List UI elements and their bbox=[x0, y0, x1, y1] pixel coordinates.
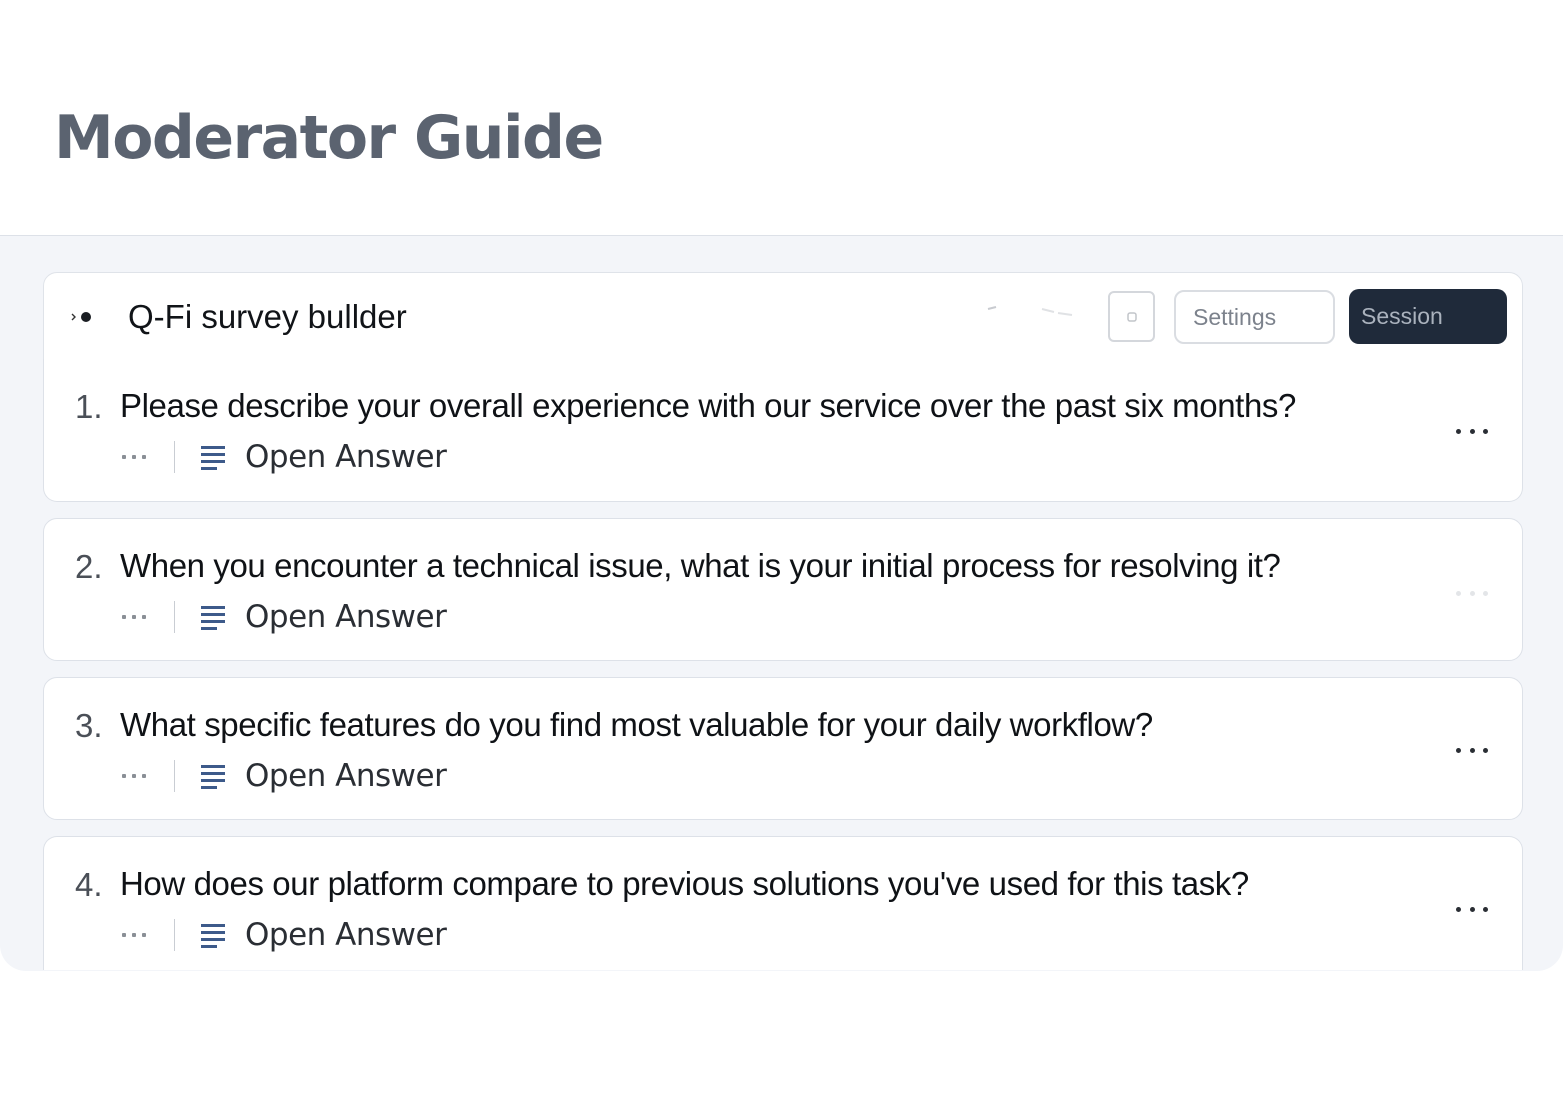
settings-button[interactable]: Settings bbox=[1174, 290, 1335, 344]
drag-handle-icon[interactable] bbox=[122, 930, 152, 940]
question-number: 1. bbox=[75, 388, 103, 425]
question-meta: Open Answer bbox=[122, 758, 447, 794]
drag-handle-icon[interactable] bbox=[122, 452, 152, 462]
question-text[interactable]: When you encounter a technical issue, wh… bbox=[120, 545, 1281, 587]
drag-handle-icon[interactable] bbox=[122, 612, 152, 622]
question-meta: Open Answer bbox=[122, 917, 447, 953]
text-lines-icon bbox=[201, 765, 225, 789]
answer-type-label: Open Answer bbox=[245, 758, 447, 794]
more-dots-icon[interactable] bbox=[1456, 585, 1488, 601]
more-dots-icon[interactable] bbox=[1456, 901, 1488, 917]
divider bbox=[174, 601, 175, 633]
question-card[interactable]: 2. When you encounter a technical issue,… bbox=[43, 518, 1523, 661]
question-card[interactable]: 1. Please describe your overall experien… bbox=[43, 359, 1523, 502]
more-dots-icon[interactable] bbox=[1456, 742, 1488, 758]
drag-handle-icon[interactable] bbox=[122, 771, 152, 781]
text-lines-icon bbox=[201, 606, 225, 630]
logo-icon bbox=[71, 312, 91, 322]
page-title: Moderator Guide bbox=[54, 103, 604, 173]
divider bbox=[174, 441, 175, 473]
question-text[interactable]: Please describe your overall experience … bbox=[120, 385, 1296, 427]
text-lines-icon bbox=[201, 924, 225, 948]
page: Moderator Guide Q-Fi survey bullder Sett… bbox=[0, 0, 1563, 1094]
session-button[interactable]: Session bbox=[1349, 289, 1507, 344]
builder-header: Q-Fi survey bullder Settings Session bbox=[43, 272, 1523, 360]
builder-title: Q-Fi survey bullder bbox=[128, 298, 407, 335]
text-lines-icon bbox=[201, 446, 225, 470]
answer-type-label: Open Answer bbox=[245, 599, 447, 635]
square-button[interactable] bbox=[1108, 291, 1155, 342]
question-card[interactable]: 4. How does our platform compare to prev… bbox=[43, 836, 1523, 970]
divider bbox=[174, 760, 175, 792]
square-icon bbox=[1126, 311, 1137, 322]
question-number: 2. bbox=[75, 548, 103, 585]
question-meta: Open Answer bbox=[122, 439, 447, 475]
question-text[interactable]: How does our platform compare to previou… bbox=[120, 863, 1249, 905]
divider bbox=[174, 919, 175, 951]
answer-type-label: Open Answer bbox=[245, 917, 447, 953]
question-card[interactable]: 3. What specific features do you find mo… bbox=[43, 677, 1523, 820]
more-dots-icon[interactable] bbox=[1456, 423, 1488, 439]
question-text[interactable]: What specific features do you find most … bbox=[120, 704, 1153, 746]
question-number: 4. bbox=[75, 866, 103, 903]
question-meta: Open Answer bbox=[122, 599, 447, 635]
question-number: 3. bbox=[75, 707, 103, 744]
answer-type-label: Open Answer bbox=[245, 439, 447, 475]
decorative-dashes bbox=[987, 306, 1073, 316]
